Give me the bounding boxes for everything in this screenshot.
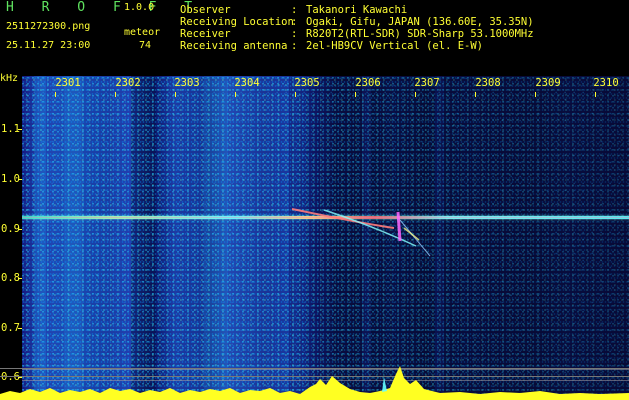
y-tick-mark: [18, 129, 22, 130]
x-tick-mark: [595, 92, 596, 97]
x-tick-label: 2305: [294, 77, 320, 89]
antenna-colon: :: [291, 40, 298, 52]
receiver-value: R820T2(RTL-SDR) SDR-Sharp 53.1000MHz: [306, 28, 534, 40]
y-tick-mark: [18, 328, 22, 329]
app-brand: H R O F F T: [6, 0, 203, 15]
y-tick-mark: [18, 229, 22, 230]
x-tick-label: 2302: [115, 77, 141, 89]
observer-label: Observer: [180, 4, 231, 16]
meteor-label: meteor: [124, 27, 161, 38]
x-tick-mark: [535, 92, 536, 97]
x-tick-label: 2303: [174, 77, 200, 89]
x-tick-label: 2310: [593, 77, 619, 89]
x-tick-label: 2308: [475, 77, 501, 89]
x-tick-label: 2301: [55, 77, 81, 89]
location-value: Ogaki, Gifu, JAPAN (136.60E, 35.35N): [306, 16, 534, 28]
hrofft-window: H R O F F T 1.0.0 2511272300.png meteor …: [0, 0, 629, 400]
x-tick-mark: [475, 92, 476, 97]
x-tick-mark: [295, 92, 296, 97]
x-tick-label: 2306: [355, 77, 381, 89]
location-colon: :: [291, 16, 298, 28]
observer-value: Takanori Kawachi: [306, 4, 408, 16]
location-label: Receiving Location: [180, 16, 294, 28]
app-version: 1.0.0: [124, 2, 155, 13]
frequency-unit: kHz: [0, 73, 19, 84]
image-filename: 2511272300.png: [6, 21, 91, 32]
x-tick-mark: [55, 92, 56, 97]
x-tick-label: 2304: [234, 77, 260, 89]
observer-colon: :: [291, 4, 298, 16]
antenna-value: 2el-HB9CV Vertical (el. E-W): [306, 40, 484, 52]
x-tick-mark: [355, 92, 356, 97]
x-tick-mark: [175, 92, 176, 97]
antenna-label: Receiving antenna: [180, 40, 288, 52]
receiver-label: Receiver: [180, 28, 231, 40]
spectrogram-plot: [22, 76, 629, 400]
x-tick-label: 2307: [414, 77, 440, 89]
observation-datetime: 25.11.27 23:00: [6, 40, 91, 51]
y-tick-mark: [18, 278, 22, 279]
meteor-echo-overlay: [291, 208, 431, 257]
meteor-count: 74: [139, 40, 152, 51]
y-tick-mark: [18, 377, 22, 378]
x-tick-mark: [415, 92, 416, 97]
x-tick-mark: [115, 92, 116, 97]
y-tick-mark: [18, 179, 22, 180]
x-tick-label: 2309: [535, 77, 561, 89]
receiver-colon: :: [291, 28, 298, 40]
x-tick-mark: [235, 92, 236, 97]
